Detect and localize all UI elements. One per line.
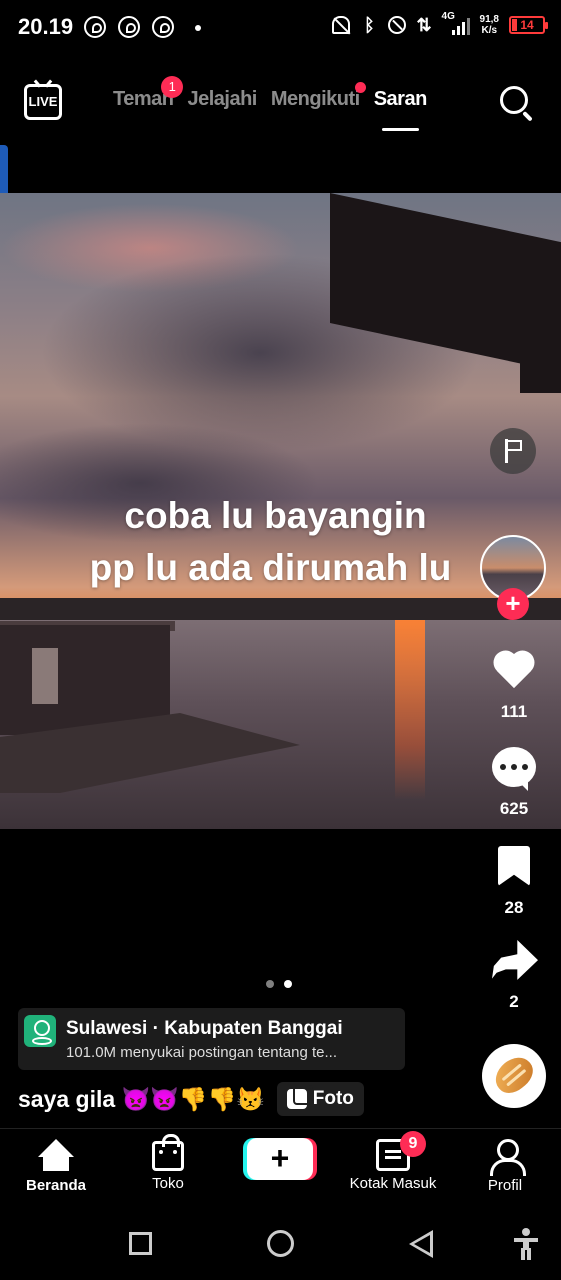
system-navigation [0, 1210, 561, 1280]
share-count: 2 [509, 992, 519, 1011]
share-button[interactable]: 2 [479, 938, 549, 1012]
post-caption-row: saya gila 👿👿👎👎😾 Foto [18, 1082, 364, 1116]
home-icon [38, 1139, 74, 1173]
bottom-navigation: Beranda Toko + 9 Kotak Masuk Profil [0, 1128, 561, 1210]
create-button[interactable]: + [247, 1138, 313, 1180]
back-button[interactable] [409, 1230, 433, 1258]
nav-label: Profil [487, 1177, 523, 1194]
like-count: 111 [500, 702, 528, 721]
nav-shop[interactable]: Toko [113, 1134, 223, 1192]
like-button[interactable]: 111 [479, 648, 549, 722]
foto-label: Foto [312, 1088, 354, 1109]
flag-icon [490, 428, 536, 474]
battery-level: 14 [520, 18, 534, 32]
share-icon [490, 938, 538, 986]
follow-button[interactable]: + [497, 588, 529, 620]
save-button[interactable]: 28 [479, 844, 549, 918]
bread-icon [489, 1050, 539, 1100]
overlay-line: coba lu bayangin [124, 495, 427, 536]
battery-icon: 14 [509, 16, 548, 34]
tab-label: Jelajahi [187, 88, 257, 110]
post-caption[interactable]: saya gila 👿👿👎👎😾 [18, 1086, 265, 1113]
nav-home[interactable]: Beranda [1, 1139, 111, 1194]
live-label: LIVE [28, 94, 58, 109]
sound-disc-button[interactable] [482, 1044, 546, 1108]
location-card[interactable]: Sulawesi · Kabupaten Banggai 101.0M meny… [18, 1008, 405, 1070]
comment-icon [490, 745, 538, 793]
tab-label: Mengikuti [270, 88, 360, 110]
photo-mode-badge[interactable]: Foto [276, 1082, 364, 1116]
notification-icons [84, 16, 174, 38]
whatsapp-icon [152, 16, 174, 38]
photo-text-overlay: coba lu bayangin pp lu ada dirumah lu [0, 490, 561, 594]
tab-mengikuti[interactable]: Mengikuti [270, 82, 366, 111]
network-speed-value: 91,8 [479, 14, 499, 25]
report-button[interactable] [478, 428, 548, 474]
top-navigation: LIVE Teman 1 Jelajahi Mengikuti Saran [0, 70, 561, 140]
search-icon[interactable] [500, 86, 528, 114]
comment-button[interactable]: 625 [479, 745, 549, 819]
tab-jelajahi[interactable]: Jelajahi [187, 88, 257, 111]
plus-icon: + [270, 1140, 290, 1176]
profile-icon [488, 1139, 526, 1176]
network-speed: 91,8 K/s [480, 14, 499, 36]
comment-count: 625 [499, 799, 529, 818]
status-bar: 20.19 ᛒ ⇅ 4G 91,8 K/s 14 [0, 0, 561, 56]
overlay-line: pp lu ada dirumah lu [89, 547, 452, 588]
inbox-badge: 9 [400, 1131, 426, 1157]
pager-dot[interactable] [266, 980, 274, 988]
nav-label: Kotak Masuk [349, 1175, 437, 1192]
signal-icon: 4G [442, 11, 470, 35]
tab-saran[interactable]: Saran [373, 88, 428, 131]
tab-teman[interactable]: Teman 1 [113, 76, 183, 111]
network-speed-unit: K/s [481, 25, 498, 36]
do-not-disturb-icon [388, 16, 407, 34]
nav-label: Beranda [25, 1177, 87, 1194]
whatsapp-icon [118, 16, 140, 38]
more-notifications-dot [195, 25, 201, 31]
location-pin-icon [24, 1015, 56, 1047]
location-title: Sulawesi · Kabupaten Banggai [66, 1018, 343, 1039]
photo-stack-icon [286, 1085, 313, 1109]
nav-label: Toko [152, 1175, 184, 1192]
creator-avatar-button[interactable]: + [478, 535, 548, 625]
new-content-dot [354, 82, 366, 93]
feed-tabs: Teman 1 Jelajahi Mengikuti Saran [113, 76, 428, 131]
pager-dot-active[interactable] [284, 980, 292, 988]
tab-label: Saran [373, 88, 428, 110]
system-indicators: ᛒ ⇅ 4G 91,8 K/s 14 [332, 11, 548, 36]
live-icon[interactable]: LIVE [24, 84, 62, 120]
shopping-bag-icon [152, 1134, 184, 1171]
whatsapp-icon [84, 16, 106, 38]
bluetooth-icon: ᛒ [364, 15, 375, 35]
recents-button[interactable] [129, 1232, 152, 1255]
accessibility-icon[interactable] [514, 1228, 538, 1260]
photo-pager [266, 980, 292, 988]
heart-icon [490, 648, 538, 696]
save-count: 28 [504, 898, 524, 917]
location-subtitle: 101.0M menyukai postingan tentang te... [66, 1044, 338, 1061]
nav-inbox[interactable]: 9 Kotak Masuk [338, 1131, 448, 1192]
nav-profile[interactable]: Profil [450, 1139, 560, 1194]
bookmark-icon [490, 844, 538, 892]
tab-badge: 1 [161, 76, 183, 98]
home-button[interactable] [267, 1230, 294, 1257]
mute-icon [332, 16, 351, 34]
data-transfer-icon: ⇅ [416, 15, 432, 35]
status-time: 20.19 [18, 14, 74, 39]
